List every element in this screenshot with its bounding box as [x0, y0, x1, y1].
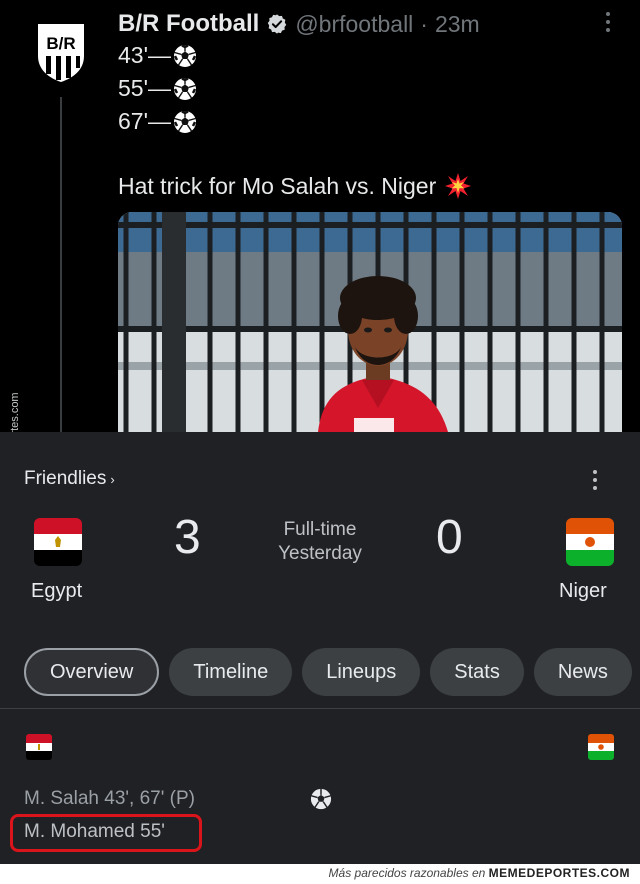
header-separator: ·	[420, 10, 428, 37]
match-status: Full-time Yesterday	[250, 518, 390, 566]
divider	[0, 708, 640, 709]
match-tabs: Overview Timeline Lineups Stats News	[24, 648, 632, 696]
verified-badge-icon	[268, 14, 287, 34]
tweet: B/R B/R Football @brfootball · 23m 43'— …	[0, 0, 640, 432]
tweet-caption: Hat trick for Mo Salah vs. Niger	[118, 172, 472, 200]
tab-stats[interactable]: Stats	[430, 648, 524, 696]
thread-line	[60, 97, 62, 432]
goal-minute-3: 67'—	[118, 108, 171, 134]
tweet-line-3: 67'—	[118, 108, 197, 135]
egypt-flag-icon[interactable]	[34, 518, 82, 566]
home-score: 3	[174, 511, 201, 564]
collision-icon	[445, 173, 472, 199]
tab-timeline[interactable]: Timeline	[169, 648, 293, 696]
caption-text: Hat trick for Mo Salah vs. Niger	[118, 172, 437, 199]
tab-lineups[interactable]: Lineups	[302, 648, 421, 696]
footer-brand[interactable]: MEMEDEPORTES.COM	[489, 866, 630, 880]
home-team-name[interactable]: Egypt	[31, 580, 82, 603]
tweet-line-1: 43'—	[118, 42, 197, 69]
league-link[interactable]: Friendlies ›	[24, 468, 115, 490]
highlight-annotation	[10, 814, 202, 852]
author-handle[interactable]: @brfootball	[295, 11, 413, 38]
tab-news[interactable]: News	[533, 648, 632, 696]
author-name[interactable]: B/R Football	[118, 10, 259, 38]
footer-prefix: Más parecidos razonables en	[328, 866, 486, 880]
goal-scorer-salah[interactable]: M. Salah 43', 67' (P)	[24, 788, 195, 810]
tweet-line-2: 55'—	[118, 75, 197, 102]
footer-watermark: Más parecidos razonables en MEMEDEPORTES…	[0, 864, 640, 884]
soccer-ball-icon	[173, 43, 197, 67]
away-team-name[interactable]: Niger	[559, 580, 607, 603]
side-watermark: Memedeportes.com	[2, 384, 28, 432]
avatar-logo-text: B/R	[46, 34, 75, 53]
more-vertical-icon[interactable]	[598, 8, 618, 36]
soccer-ball-icon	[173, 76, 197, 100]
tweet-timestamp[interactable]: 23m	[435, 11, 480, 38]
league-name: Friendlies	[24, 468, 107, 489]
match-score-card: Friendlies › Egypt 3 Full-time Yesterday…	[0, 432, 640, 864]
goal-minute-1: 43'—	[118, 42, 171, 68]
status-full-time: Full-time	[283, 519, 357, 540]
tweet-header: B/R Football @brfootball · 23m	[118, 8, 480, 40]
egypt-flag-small-icon	[26, 734, 52, 760]
soccer-ball-icon	[173, 109, 197, 133]
tweet-photo[interactable]	[118, 212, 622, 432]
chevron-right-icon: ›	[110, 471, 115, 487]
niger-flag-small-icon	[588, 734, 614, 760]
niger-flag-icon[interactable]	[566, 518, 614, 566]
status-date: Yesterday	[278, 543, 362, 564]
soccer-ball-icon	[310, 788, 332, 810]
goal-minute-2: 55'—	[118, 75, 171, 101]
br-football-avatar[interactable]: B/R	[35, 22, 87, 84]
more-vertical-icon[interactable]	[586, 468, 604, 492]
away-score: 0	[436, 511, 463, 564]
tab-overview[interactable]: Overview	[24, 648, 160, 696]
